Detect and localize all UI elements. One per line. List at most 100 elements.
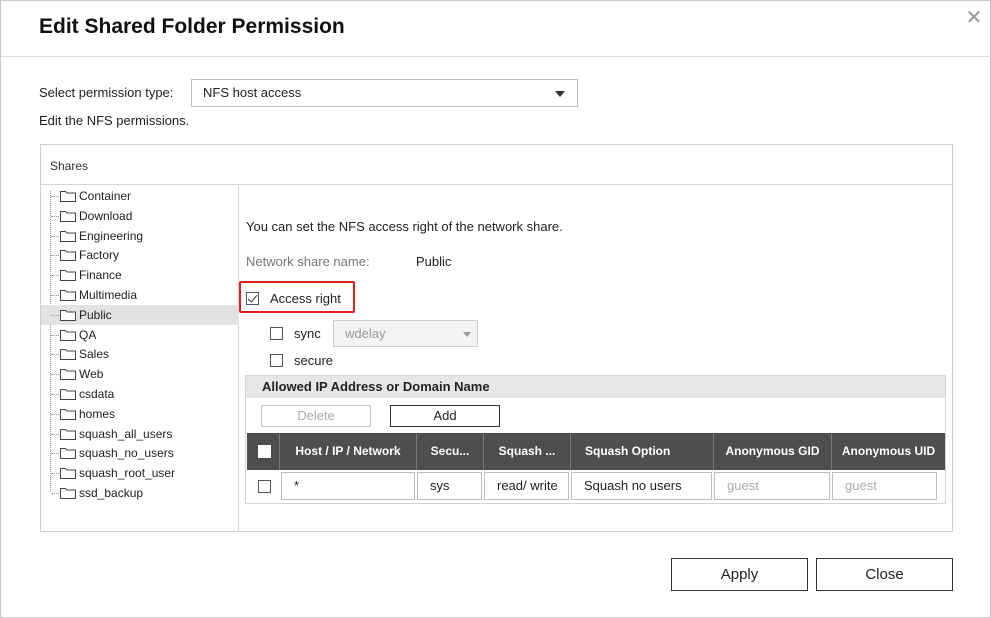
folder-icon [60, 269, 76, 282]
tree-item-label: csdata [79, 387, 115, 401]
header-divider [1, 56, 991, 57]
chevron-down-icon [463, 332, 471, 337]
tree-item[interactable]: squash_no_users [41, 443, 239, 463]
permission-type-select[interactable]: NFS host access [191, 79, 578, 107]
tree-item-label: Download [79, 208, 133, 223]
tree-item-label: squash_root_user [79, 466, 176, 481]
column-header-squash[interactable]: Squash ... [484, 433, 571, 470]
tree-connector [51, 493, 59, 494]
folder-icon [60, 230, 76, 242]
sync-mode-value: wdelay [345, 326, 386, 341]
sync-mode-select[interactable]: wdelay [333, 320, 478, 347]
delete-button[interactable]: Delete [261, 405, 371, 427]
folder-icon [60, 408, 76, 420]
tree-item-label: squash_all_users [79, 426, 173, 441]
tree-item[interactable]: Public [41, 304, 239, 325]
close-icon[interactable]: ✕ [963, 7, 985, 29]
shares-header: Shares [41, 145, 952, 185]
tree-item-label: Factory [79, 248, 120, 263]
tree-item[interactable]: Finance [41, 265, 239, 285]
folder-icon [60, 428, 76, 440]
tree-connector [51, 354, 59, 356]
tree-item-label: Engineering [79, 228, 144, 243]
security-select[interactable]: sys [417, 472, 482, 500]
secure-checkbox[interactable] [270, 354, 283, 367]
tree-item[interactable]: Multimedia [41, 285, 239, 305]
select-all-checkbox[interactable] [258, 445, 271, 458]
anon-uid-input[interactable]: guest [832, 472, 937, 500]
dialog-title: Edit Shared Folder Permission [39, 15, 345, 38]
tree-item[interactable]: Web [41, 364, 239, 384]
secure-label: secure [294, 353, 334, 368]
tree-item[interactable]: homes [41, 404, 239, 424]
tree-item-label: Sales [79, 347, 110, 362]
permission-type-value: NFS host access [203, 85, 302, 100]
tree-item[interactable]: Container [41, 186, 239, 206]
sync-checkbox[interactable] [270, 327, 283, 340]
tree-item[interactable]: Download [41, 206, 239, 226]
column-header-anon-gid[interactable]: Anonymous GID [714, 433, 832, 470]
tree-connector [51, 413, 59, 415]
allowed-ip-header: Allowed IP Address or Domain Name [246, 376, 945, 398]
shares-header-label: Shares [50, 159, 89, 173]
column-header-squash-option[interactable]: Squash Option [571, 433, 714, 470]
tree-item[interactable]: Sales [41, 344, 239, 364]
tree-connector [51, 196, 59, 197]
close-button[interactable]: Close [816, 558, 953, 591]
share-name-label: Network share name: [246, 254, 370, 269]
folder-icon [60, 348, 76, 361]
tree-item[interactable]: squash_root_user [41, 463, 239, 483]
tree-connector [51, 275, 59, 277]
edit-permission-dialog: Edit Shared Folder Permission ✕ Select p… [0, 0, 991, 618]
tree-connector [51, 255, 59, 257]
shares-panel: Shares Container Download Engineering Facto… [40, 144, 953, 532]
share-tree: Container Download Engineering Factory Finan… [41, 185, 239, 531]
add-button[interactable]: Add [390, 405, 500, 427]
tree-item[interactable]: squash_all_users [41, 424, 239, 444]
folder-icon [60, 467, 76, 480]
anon-gid-input[interactable]: guest [714, 472, 830, 500]
tree-item[interactable]: Engineering [41, 226, 239, 246]
tree-item[interactable]: csdata [41, 384, 239, 404]
tree-item-label: Web [79, 367, 104, 382]
folder-icon [60, 190, 76, 202]
nfs-settings: You can set the NFS access right of the … [239, 185, 952, 531]
tree-item-label: Container [79, 189, 132, 203]
tree-item-label: homes [79, 406, 116, 421]
tree-connector [51, 235, 59, 237]
allowed-ip-header-label: Allowed IP Address or Domain Name [262, 379, 490, 394]
tree-item-label: Public [79, 307, 112, 322]
folder-icon [60, 368, 76, 381]
folder-icon [60, 289, 76, 301]
folder-icon [60, 487, 76, 499]
tree-connector [51, 374, 59, 376]
column-header-host[interactable]: Host / IP / Network [280, 433, 417, 470]
folder-icon [60, 329, 76, 341]
permission-type-label: Select permission type: [39, 85, 174, 100]
host-input[interactable]: * [281, 472, 415, 500]
tree-item-label: squash_no_users [79, 446, 174, 461]
squash-option-select[interactable]: Squash no users [571, 472, 712, 500]
folder-icon [60, 447, 76, 460]
tree-connector [51, 314, 59, 316]
column-header-security[interactable]: Secu... [417, 433, 484, 470]
column-header-anon-uid[interactable]: Anonymous UID [832, 433, 945, 470]
tree-item[interactable]: Factory [41, 245, 239, 265]
squash-select[interactable]: read/ write [484, 472, 569, 500]
tree-connector [51, 453, 59, 455]
select-all-cell [247, 433, 280, 470]
tree-connector [51, 215, 59, 217]
chevron-down-icon [555, 91, 565, 97]
tree-item[interactable]: QA [41, 325, 239, 345]
row-checkbox[interactable] [258, 480, 271, 493]
tree-item[interactable]: ssd_backup [41, 483, 239, 503]
apply-button[interactable]: Apply [671, 558, 808, 591]
tree-item-label: ssd_backup [79, 486, 144, 500]
tree-connector [51, 334, 59, 336]
tree-connector [51, 473, 59, 475]
tree-connector [51, 394, 59, 395]
tree-item-label: Multimedia [79, 288, 138, 302]
access-right-checkbox[interactable] [246, 292, 259, 305]
allowed-ip-section: Allowed IP Address or Domain Name Delete… [245, 375, 946, 504]
access-right-label: Access right [270, 291, 341, 306]
